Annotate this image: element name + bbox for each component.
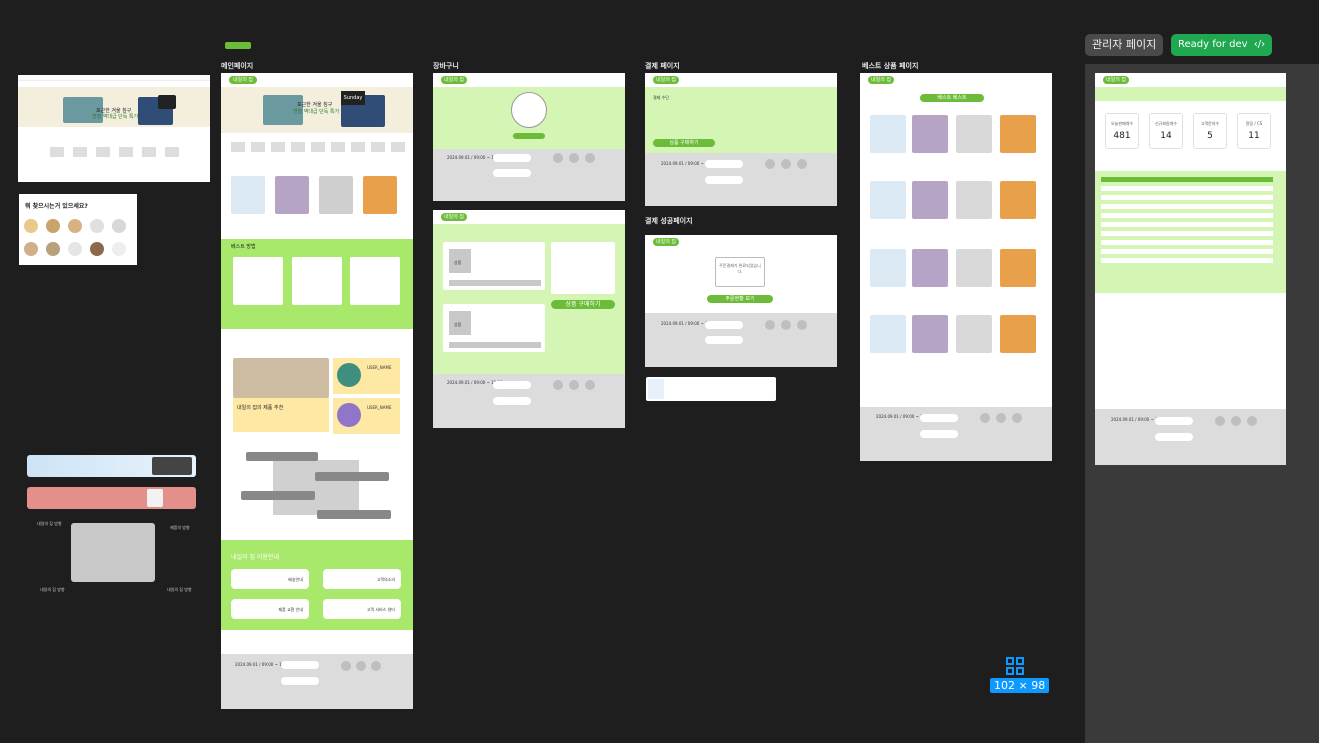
stat-card: 신규회원개수 14 (1149, 113, 1183, 149)
admin-page-chip[interactable]: 관리자 페이지 (1085, 34, 1164, 56)
brand-badge: Sunday (341, 91, 365, 105)
cart-page-frame[interactable]: 내일의 집 2024.09.01 / 09:00 ~ 18:00 (433, 73, 625, 201)
logo[interactable]: 내일의 집 (441, 76, 467, 84)
code-icon: ‹/› (1253, 39, 1266, 50)
footer-cta[interactable] (281, 661, 319, 669)
logo[interactable]: 내일의 집 (229, 76, 257, 84)
payment-method-label: 결제 수단 (653, 95, 669, 100)
empty-cart-illustration (511, 92, 547, 128)
recommend-title: 내일의 집의 제품 추천 (237, 405, 284, 411)
placeholder-image (71, 523, 155, 582)
payment-page-frame[interactable]: 내일의 집 결제 수단 상품 구매하기 2024.09.01 / 09:00 ~… (645, 73, 837, 206)
category-icon[interactable] (46, 242, 60, 256)
main-hero-title: 포근한 겨울 침구 (297, 102, 333, 108)
stat-card: 알림 / CS 11 (1237, 113, 1271, 149)
stat-card: 고객문의수 5 (1193, 113, 1227, 149)
cart-buy-button[interactable]: 상품 구매하기 (551, 300, 615, 309)
category-icon[interactable] (90, 219, 104, 233)
frame-label-best: 베스트 상품 페이지 (862, 62, 919, 70)
product-label: 상품 (454, 260, 462, 265)
order-status-button[interactable]: 주문현황 보기 (707, 295, 773, 303)
notice-title: 내일의 집 이용안내 (231, 554, 279, 561)
logo[interactable]: 내일의 집 (1103, 76, 1129, 84)
category-icon[interactable] (68, 219, 82, 233)
hero-subtitle: 연말 역대급 단독 특가 (92, 114, 139, 120)
success-message: 주문결제가 완료되었습니다. (719, 263, 761, 274)
category-icon[interactable] (24, 242, 38, 256)
best-products-frame[interactable]: 내일의 집 베스트 베스트 2024.09.01 / 09:00 ~ 18:00 (860, 73, 1052, 461)
component-icon[interactable] (1006, 657, 1024, 675)
design-canvas[interactable]: 관리자 페이지 Ready for dev ‹/› 포근한 겨울 침구 연말 역… (0, 0, 1319, 743)
best-title: 베스트 방법 (231, 244, 256, 250)
search-category-card[interactable]: 뭐 찾으시는거 있으세요? (19, 194, 137, 265)
stat-card: 오늘판매개수 481 (1105, 113, 1139, 149)
payment-method-strip[interactable] (646, 377, 776, 401)
category-icon[interactable] (90, 242, 104, 256)
frame-label-payment: 결제 페이지 (645, 62, 680, 70)
ready-for-dev-button[interactable]: Ready for dev ‹/› (1171, 34, 1273, 56)
admin-page-frame[interactable]: 내일의 집 오늘판매개수 481 신규회원개수 14 고객문의수 5 알림 / CS 1… (1095, 73, 1286, 465)
frame-label-payment-success: 결제 성공페이지 (645, 217, 693, 225)
notice-item[interactable]: 고객의소리 (323, 569, 401, 589)
payment-buy-button[interactable]: 상품 구매하기 (653, 139, 715, 147)
hero-banner-component[interactable]: 포근한 겨울 침구 연말 역대급 단독 특가 (18, 75, 210, 182)
user-avatar (337, 403, 361, 427)
main-page-frame[interactable]: 내일의 집 Sunday 포근한 겨울 침구 연말 역대급 단독 특가 베스트 … (221, 73, 413, 709)
main-hero-sub: 연말 역대급 단독 특가 (293, 109, 340, 115)
product-label: 상품 (454, 322, 462, 327)
payment-success-frame[interactable]: 내일의 집 주문결제가 완료되었습니다. 주문현황 보기 2024.09.01 … (645, 235, 837, 367)
category-icon[interactable] (46, 219, 60, 233)
ad-banner-2[interactable] (27, 487, 196, 509)
category-icon[interactable] (112, 219, 126, 233)
notice-item[interactable]: 제품 교환 안내 (231, 599, 309, 619)
logo[interactable]: 내일의 집 (441, 213, 467, 221)
best-tab[interactable]: 베스트 베스트 (920, 94, 984, 102)
user-name-1: USER_NAME (367, 365, 392, 370)
category-icon[interactable] (24, 219, 38, 233)
notice-item[interactable]: 배송안내 (231, 569, 309, 589)
logo[interactable]: 내일의 집 (653, 238, 679, 246)
selection-size-badge: 102 × 98 (990, 678, 1050, 693)
status-tag (225, 42, 251, 49)
category-icon[interactable] (68, 242, 82, 256)
frame-label-main: 메인페이지 (221, 62, 254, 70)
category-icon[interactable] (112, 242, 126, 256)
cart-page-filled-frame[interactable]: 내일의 집 상품 상품 상품 구매하기 2024.09.01 / 09:00 ~… (433, 210, 625, 428)
footer-email[interactable] (281, 677, 319, 685)
user-name-2: USER_NAME (367, 405, 392, 410)
notice-item[interactable]: 고객 서비스 센터 (323, 599, 401, 619)
logo[interactable]: 내일의 집 (653, 76, 679, 84)
ready-label: Ready for dev (1178, 39, 1248, 50)
user-avatar (337, 363, 361, 387)
logo[interactable]: 내일의 집 (868, 76, 894, 84)
ad-banner-1[interactable] (27, 455, 196, 477)
search-card-title: 뭐 찾으시는거 있으세요? (25, 203, 88, 210)
frame-label-cart: 장바구니 (433, 62, 459, 70)
